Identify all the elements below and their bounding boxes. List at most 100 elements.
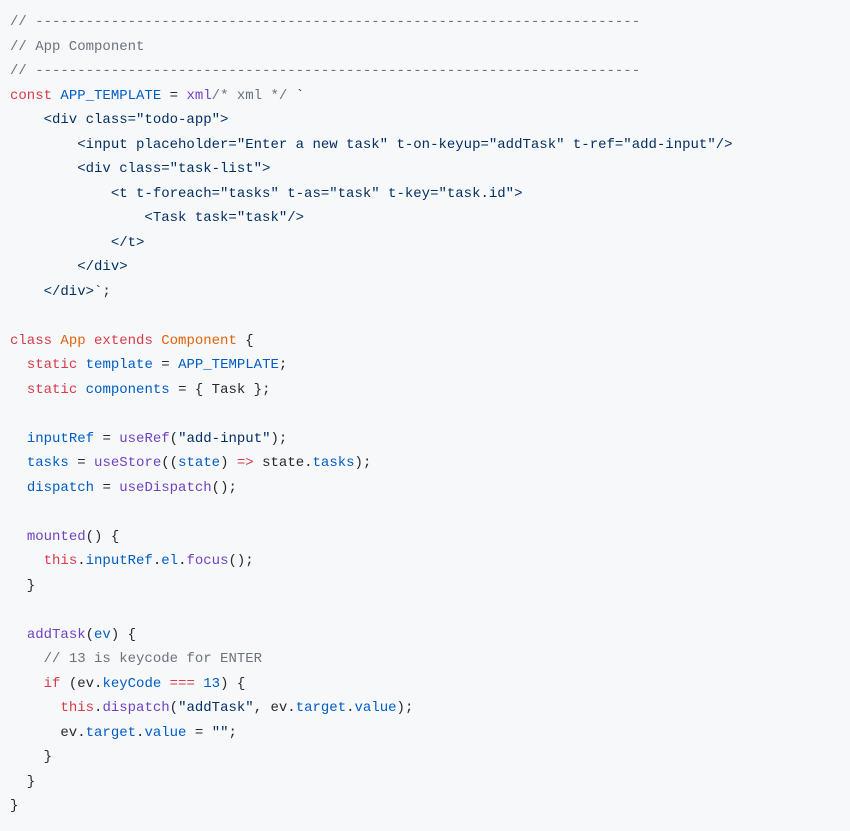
tmpl-line: <Task task="task"/> (10, 210, 304, 226)
kw-static: static (27, 357, 77, 373)
dot: . (153, 553, 161, 569)
indent (10, 480, 27, 496)
xml-comment: /* xml */ (212, 88, 288, 104)
dot: . (77, 553, 85, 569)
comma-ev: , ev. (254, 700, 296, 716)
eq: = (102, 431, 119, 447)
fn-focus: focus (186, 553, 228, 569)
backtick: ` (287, 88, 304, 104)
fn-useref: useRef (119, 431, 169, 447)
indent (10, 553, 44, 569)
end-brace: }; (245, 382, 270, 398)
str-addtask: "addTask" (178, 700, 254, 716)
dot: . (346, 700, 354, 716)
kw-this: this (44, 553, 78, 569)
prop-components: components (77, 382, 178, 398)
prop-keycode: keyCode (102, 676, 161, 692)
kw-extends: extends (94, 333, 153, 349)
xml-tag-fn: xml (186, 88, 211, 104)
paren: ( (86, 627, 94, 643)
comment-title: // App Component (10, 39, 144, 55)
semicolon: ; (279, 357, 287, 373)
prop-tasks2: tasks (313, 455, 355, 471)
paren: (( (161, 455, 178, 471)
close-brace: } (10, 578, 35, 594)
fn-dispatch: dispatch (102, 700, 169, 716)
indent-ev: ev. (10, 725, 86, 741)
indent (10, 529, 27, 545)
kw-static: static (27, 382, 77, 398)
tmpl-line-end: </div>` (10, 284, 102, 300)
semicolon: ; (229, 725, 237, 741)
eq-brace: = { (178, 382, 212, 398)
str-empty: "" (212, 725, 229, 741)
state-dot: state. (254, 455, 313, 471)
semicolon: ; (102, 284, 110, 300)
prop-target: target (86, 725, 136, 741)
paren: ( (170, 700, 178, 716)
indent (10, 455, 27, 471)
prop-el: el (161, 553, 178, 569)
brace: { (245, 333, 253, 349)
prop-target: target (296, 700, 346, 716)
tmpl-line: </div> (10, 259, 128, 275)
indent (10, 431, 27, 447)
str-add-input: "add-input" (178, 431, 270, 447)
paren-close: ); (355, 455, 372, 471)
paren: ( (170, 431, 178, 447)
class-component: Component (153, 333, 245, 349)
indent (10, 627, 27, 643)
prop-value: value (355, 700, 397, 716)
comment-sep-1: // -------------------------------------… (10, 14, 640, 30)
eq: = (161, 357, 178, 373)
comment-sep-2: // -------------------------------------… (10, 63, 640, 79)
eq: = (186, 725, 211, 741)
prop-template: template (77, 357, 161, 373)
tmpl-line: <div class="todo-app"> (10, 112, 228, 128)
close-brace: } (10, 798, 18, 814)
op-eq: === (161, 676, 203, 692)
tmpl-line: </t> (10, 235, 144, 251)
kw-this: this (60, 700, 94, 716)
fn-usedispatch: useDispatch (119, 480, 211, 496)
paren-close: ); (271, 431, 288, 447)
indent (10, 651, 44, 667)
indent (10, 382, 27, 398)
prop-tasks: tasks (27, 455, 77, 471)
class-app: App (52, 333, 94, 349)
prop-inputref: inputRef (27, 431, 103, 447)
indent (10, 676, 44, 692)
indent (10, 700, 60, 716)
paren-brace: ) { (111, 627, 136, 643)
param-ev: ev (94, 627, 111, 643)
eq: = (102, 480, 119, 496)
paren-ev: (ev. (60, 676, 102, 692)
task-ref: Task (212, 382, 246, 398)
const-ref: APP_TEMPLATE (178, 357, 279, 373)
tmpl-line: <input placeholder="Enter a new task" t-… (10, 137, 733, 153)
num-13: 13 (203, 676, 220, 692)
paren-brace: () { (86, 529, 120, 545)
arrow: => (237, 455, 254, 471)
prop-value: value (144, 725, 186, 741)
paren: (); (212, 480, 237, 496)
tmpl-line: <div class="task-list"> (10, 161, 270, 177)
comment-enter: // 13 is keycode for ENTER (44, 651, 262, 667)
close-brace: } (10, 774, 35, 790)
prop-inputref: inputRef (86, 553, 153, 569)
prop-dispatch: dispatch (27, 480, 103, 496)
eq: = (77, 455, 94, 471)
kw-if: if (44, 676, 61, 692)
eq: = (170, 88, 187, 104)
indent (10, 357, 27, 373)
close-brace: } (10, 749, 52, 765)
method-mounted: mounted (27, 529, 86, 545)
tmpl-line: <t t-foreach="tasks" t-as="task" t-key="… (10, 186, 522, 202)
kw-class: class (10, 333, 52, 349)
const-name: APP_TEMPLATE (52, 88, 170, 104)
param-state: state (178, 455, 220, 471)
fn-usestore: useStore (94, 455, 161, 471)
method-addtask: addTask (27, 627, 86, 643)
code-block: // -------------------------------------… (10, 10, 840, 819)
paren-brace: ) { (220, 676, 245, 692)
